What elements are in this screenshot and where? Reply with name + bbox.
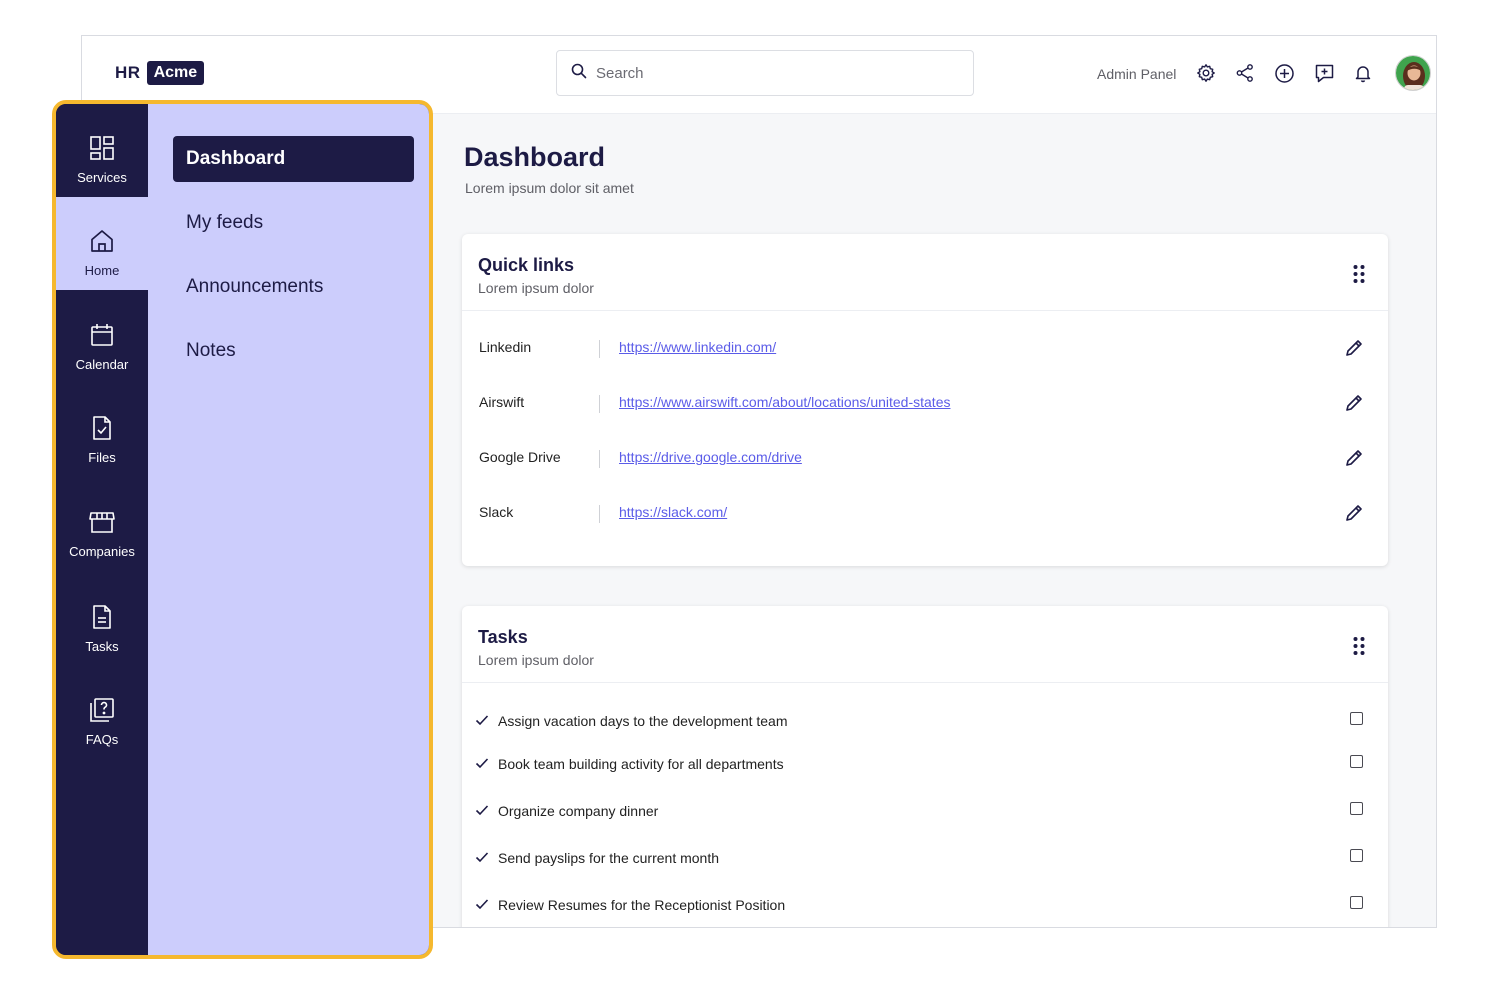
sidebar-highlight: Services Home Calendar Files Companies T… (52, 100, 433, 959)
task-text: Send payslips for the current month (498, 850, 720, 866)
rail-label: FAQs (85, 732, 119, 747)
task-text: Assign vacation days to the development … (498, 713, 788, 729)
bell-icon[interactable] (1352, 62, 1374, 84)
document-icon (88, 603, 116, 631)
task-checkbox[interactable] (1350, 755, 1363, 768)
drag-handle-icon[interactable] (1352, 636, 1366, 656)
file-check-icon (88, 414, 116, 442)
sub-navigation: Dashboard My feeds Announcements Notes (148, 104, 429, 955)
quick-links-header: Quick links Lorem ipsum dolor (462, 234, 1388, 311)
task-checkbox[interactable] (1350, 712, 1363, 725)
subnav-item-dashboard[interactable]: Dashboard (173, 136, 414, 182)
quick-link-name: Slack (479, 504, 514, 520)
rail-item-companies[interactable]: Companies (56, 478, 148, 571)
quick-links-card: Quick links Lorem ipsum dolor Linkedin h… (462, 234, 1388, 566)
checkmark-icon (475, 713, 489, 727)
task-text: Review Resumes for the Receptionist Posi… (498, 897, 786, 913)
quick-links-subtitle: Lorem ipsum dolor (478, 280, 594, 296)
rail-item-tasks[interactable]: Tasks (56, 573, 148, 666)
task-row: Review Resumes for the Receptionist Posi… (462, 894, 1388, 918)
quick-link-url[interactable]: https://www.airswift.com/about/locations… (619, 394, 950, 410)
task-row: Send payslips for the current month (462, 847, 1388, 871)
pencil-icon[interactable] (1344, 338, 1364, 358)
logo-acme-badge: Acme (146, 61, 205, 85)
tasks-subtitle: Lorem ipsum dolor (478, 652, 594, 668)
message-plus-icon[interactable] (1313, 62, 1335, 84)
quick-link-url[interactable]: https://slack.com/ (619, 504, 727, 520)
pencil-icon[interactable] (1344, 503, 1364, 523)
rail-label: Calendar (75, 357, 129, 372)
rail-label: Tasks (85, 639, 119, 654)
rail-item-faqs[interactable]: FAQs (56, 666, 148, 759)
rail-item-home[interactable]: Home (56, 197, 148, 290)
share-icon[interactable] (1234, 62, 1256, 84)
search-bar[interactable] (556, 50, 974, 96)
logo-hr-text: HR (115, 63, 141, 82)
task-text: Book team building activity for all depa… (498, 756, 784, 772)
home-icon (88, 227, 116, 255)
divider (599, 505, 600, 523)
task-text: Organize company dinner (498, 803, 659, 819)
gear-icon[interactable] (1195, 62, 1217, 84)
pencil-icon[interactable] (1344, 448, 1364, 468)
subnav-item-my-feeds[interactable]: My feeds (173, 200, 414, 246)
subnav-item-announcements[interactable]: Announcements (173, 264, 414, 310)
user-avatar[interactable] (1395, 55, 1431, 91)
question-icon (88, 696, 116, 724)
quick-link-row: Google Drive https://drive.google.com/dr… (462, 443, 1388, 473)
task-row: Assign vacation days to the development … (462, 710, 1388, 734)
checkmark-icon (475, 850, 489, 864)
search-input[interactable] (596, 64, 936, 82)
quick-link-name: Linkedin (479, 339, 532, 355)
task-checkbox[interactable] (1350, 896, 1363, 909)
search-icon (571, 63, 587, 84)
task-checkbox[interactable] (1350, 802, 1363, 815)
checkmark-icon (475, 897, 489, 911)
quick-link-row: Slack https://slack.com/ (462, 498, 1388, 528)
rail-label: Files (88, 450, 116, 465)
tasks-card: Tasks Lorem ipsum dolor Assign vacation … (462, 606, 1388, 927)
quick-link-url[interactable]: https://drive.google.com/drive (619, 449, 802, 465)
task-row: Organize company dinner (462, 800, 1388, 824)
pencil-icon[interactable] (1344, 393, 1364, 413)
grid-icon (88, 134, 116, 162)
divider (599, 340, 600, 358)
divider (599, 450, 600, 468)
page-subtitle: Lorem ipsum dolor sit amet (465, 180, 634, 196)
drag-handle-icon[interactable] (1352, 264, 1366, 284)
rail-item-files[interactable]: Files (56, 384, 148, 477)
task-row: Book team building activity for all depa… (462, 753, 1388, 777)
quick-link-url[interactable]: https://www.linkedin.com/ (619, 339, 776, 355)
subnav-item-notes[interactable]: Notes (173, 328, 414, 374)
tasks-header: Tasks Lorem ipsum dolor (462, 606, 1388, 683)
rail-label: Services (77, 170, 127, 185)
rail-item-calendar[interactable]: Calendar (56, 291, 148, 384)
icon-rail: Services Home Calendar Files Companies T… (56, 104, 148, 955)
checkmark-icon (475, 803, 489, 817)
task-checkbox[interactable] (1350, 849, 1363, 862)
tasks-title: Tasks (478, 627, 528, 647)
rail-label: Companies (69, 544, 135, 559)
checkmark-icon (475, 756, 489, 770)
quick-link-name: Airswift (479, 394, 525, 410)
quick-link-name: Google Drive (479, 449, 561, 465)
rail-item-services[interactable]: Services (56, 104, 148, 197)
quick-link-row: Airswift https://www.airswift.com/about/… (462, 388, 1388, 418)
calendar-icon (88, 321, 116, 349)
page-title: Dashboard (464, 142, 606, 172)
quick-links-title: Quick links (478, 255, 575, 275)
divider (599, 395, 600, 413)
quick-link-row: Linkedin https://www.linkedin.com/ (462, 333, 1388, 363)
plus-circle-icon[interactable] (1273, 62, 1295, 84)
store-icon (88, 508, 116, 536)
rail-label: Home (84, 263, 120, 278)
logo[interactable]: HR Acme (115, 61, 205, 85)
admin-panel-link[interactable]: Admin Panel (1097, 66, 1176, 82)
